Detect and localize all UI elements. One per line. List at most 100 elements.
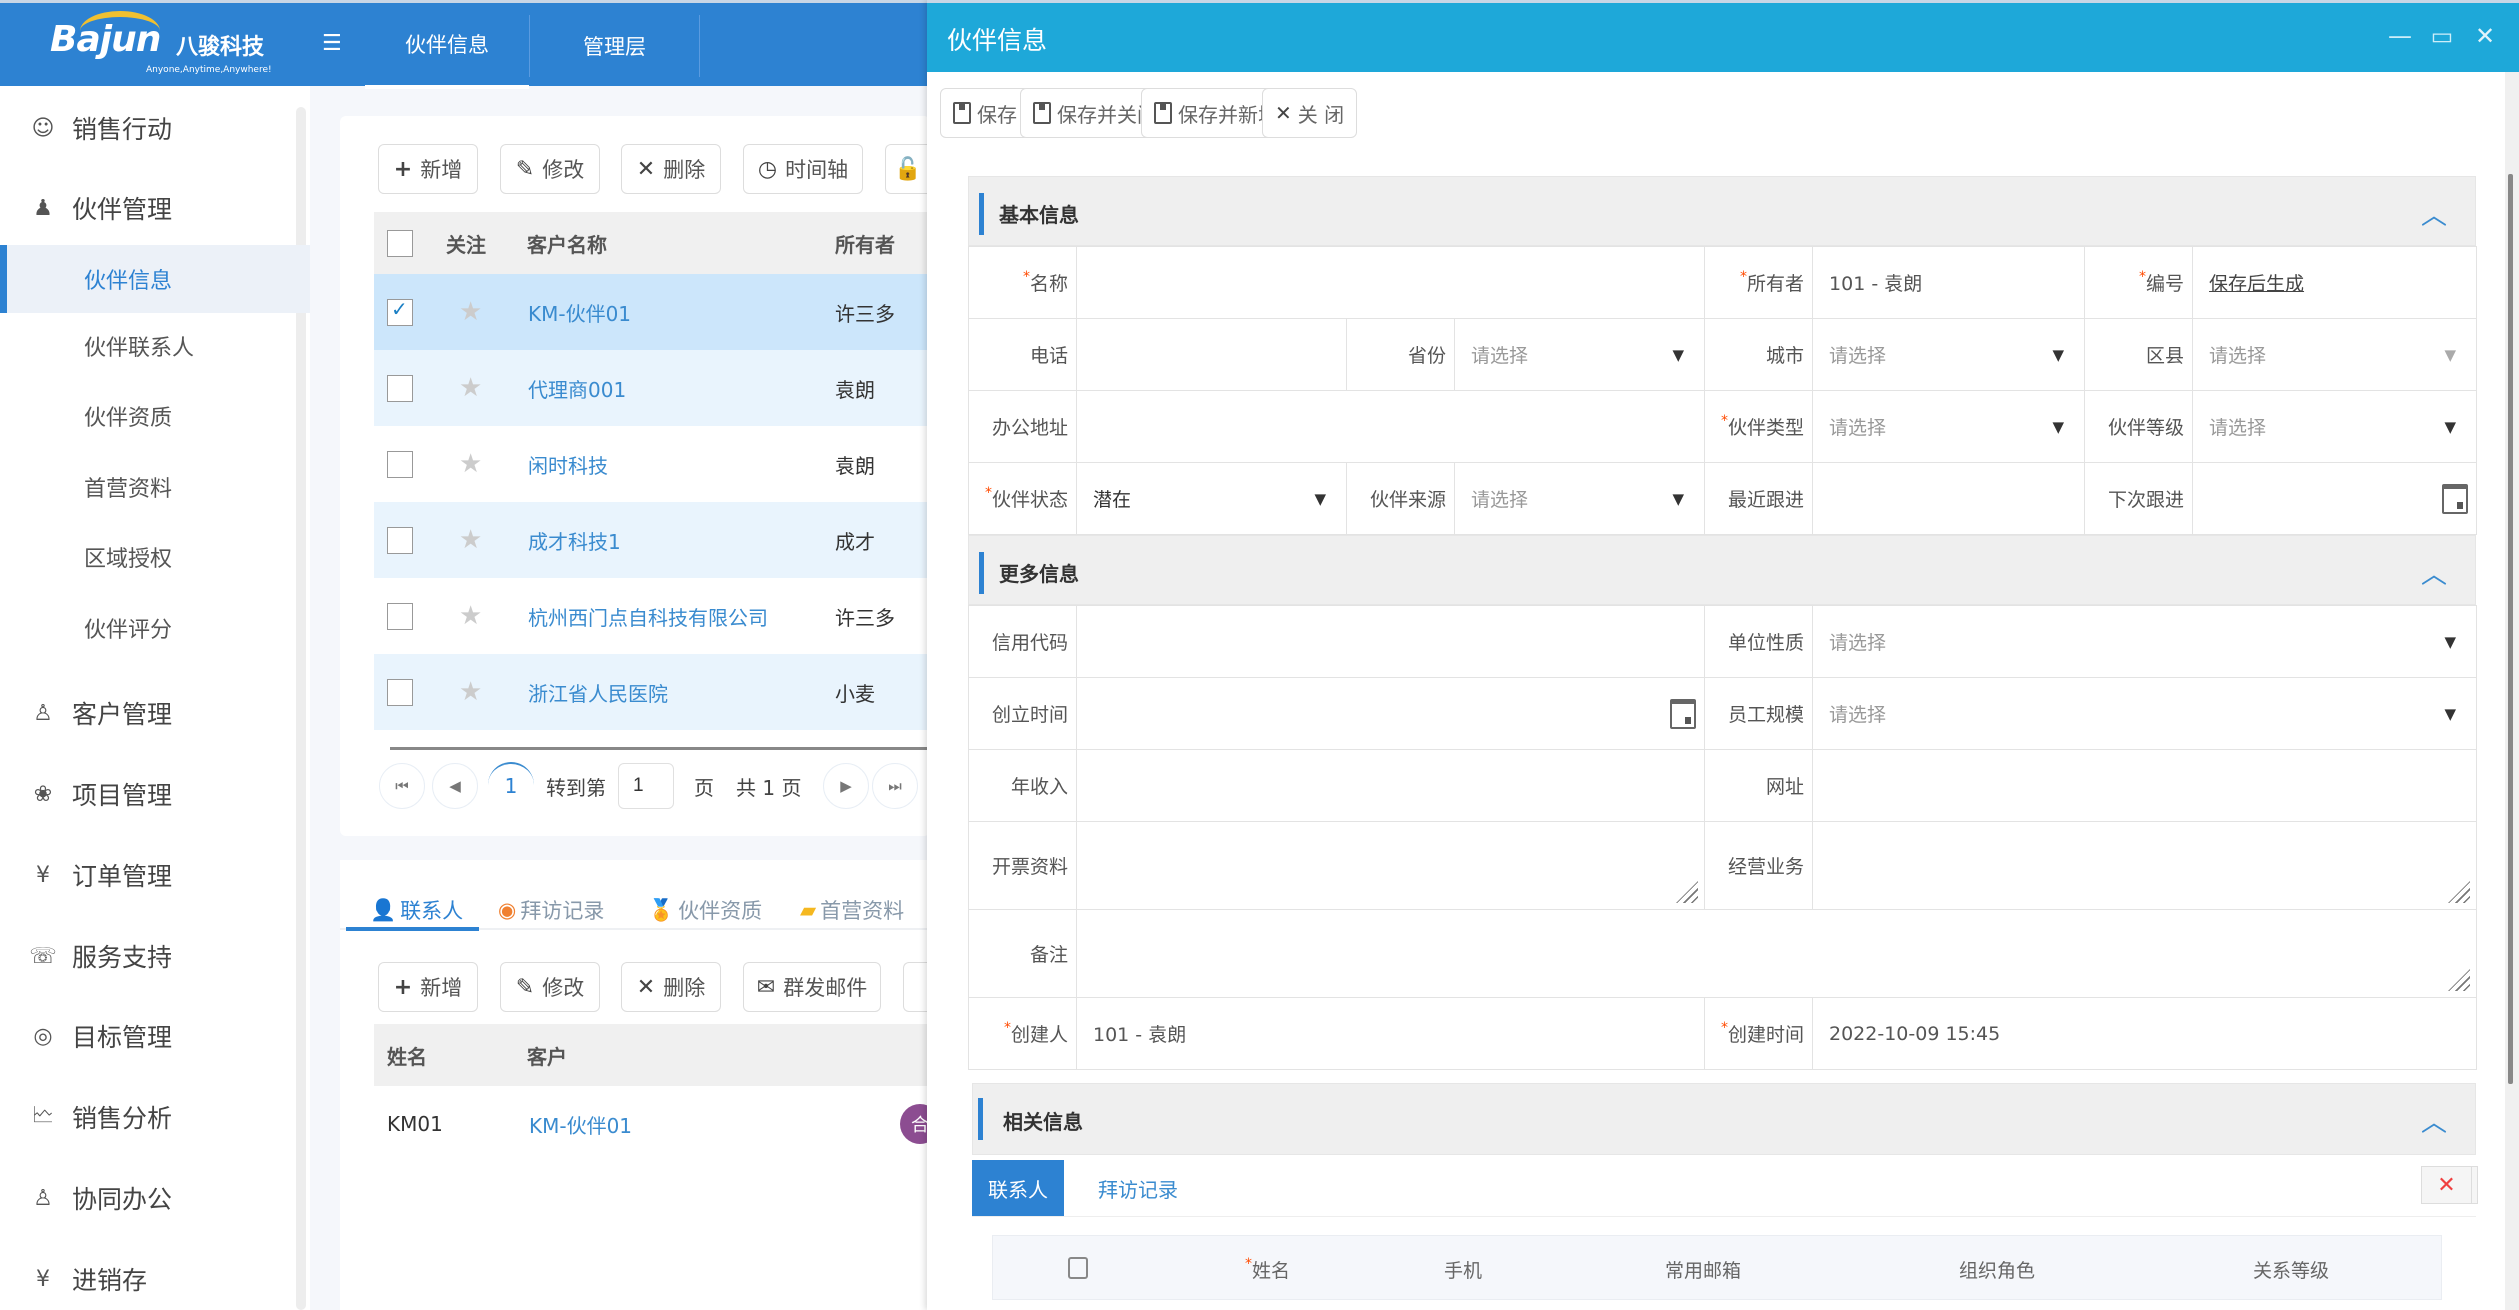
- resize-handle-icon[interactable]: [1676, 881, 1698, 903]
- edit-button[interactable]: ✎ 修改: [500, 144, 600, 194]
- sidebar-item-partner-qualification[interactable]: 伙伴资质: [0, 386, 310, 446]
- resize-handle-icon[interactable]: [2448, 881, 2470, 903]
- current-page[interactable]: 1: [488, 762, 534, 808]
- row-checkbox[interactable]: [387, 450, 413, 478]
- customer-name-link[interactable]: 成才科技1: [528, 526, 621, 555]
- sidebar-item-target-mgmt[interactable]: ◎ 目标管理: [28, 1016, 172, 1056]
- partner-source-select[interactable]: 请选择 ▼: [1453, 462, 1706, 535]
- sidebar-item-service-support[interactable]: ☏ 服务支持: [28, 936, 172, 976]
- staff-size-select[interactable]: 请选择 ▼: [1812, 677, 2477, 750]
- invoice-info-textarea[interactable]: [1076, 821, 1705, 910]
- detail-tab-qualification[interactable]: 🏅 伙伴资质: [648, 890, 762, 930]
- table-row[interactable]: ★ 代理商001 袁朗: [374, 350, 930, 426]
- chevron-up-icon[interactable]: ︿: [2421, 554, 2447, 591]
- related-tab-contacts[interactable]: 联系人: [972, 1160, 1064, 1216]
- minimize-icon[interactable]: —: [2387, 22, 2413, 50]
- follow-star-icon[interactable]: ★: [459, 525, 482, 555]
- customer-name-link[interactable]: 代理商001: [528, 374, 626, 403]
- select-all-checkbox[interactable]: [387, 229, 413, 257]
- sidebar-item-project-mgmt[interactable]: ❀ 项目管理: [28, 774, 172, 814]
- sidebar-item-customer-mgmt[interactable]: ♙ 客户管理: [28, 693, 172, 733]
- row-checkbox[interactable]: [387, 374, 413, 402]
- first-page-button[interactable]: ⏮: [379, 763, 425, 809]
- sidebar-item-first-data[interactable]: 首营资料: [0, 457, 310, 517]
- table-row[interactable]: ★ 浙江省人民医院 小麦: [374, 654, 930, 730]
- credit-code-input[interactable]: [1076, 605, 1705, 678]
- partner-type-select[interactable]: 请选择 ▼: [1812, 390, 2086, 463]
- section-basic-info[interactable]: 基本信息 ︿: [968, 176, 2476, 246]
- business-textarea[interactable]: [1812, 821, 2477, 910]
- detail-delete-button[interactable]: ✕ 删除: [621, 962, 721, 1012]
- more-toolbar-button[interactable]: [903, 962, 930, 1012]
- table-row[interactable]: ★ 闲时科技 袁朗: [374, 426, 930, 502]
- mass-email-button[interactable]: ✉ 群发邮件: [743, 962, 881, 1012]
- related-delete-button[interactable]: ✕: [2421, 1166, 2472, 1204]
- grid-hscrollbar[interactable]: [390, 747, 930, 750]
- next-page-button[interactable]: ▶: [823, 763, 869, 809]
- chevron-up-icon[interactable]: ︿: [2421, 1102, 2447, 1139]
- name-input[interactable]: [1075, 246, 1706, 319]
- customer-name-link[interactable]: 闲时科技: [528, 450, 608, 479]
- city-select[interactable]: 请选择 ▼: [1812, 318, 2086, 391]
- unit-nature-select[interactable]: 请选择 ▼: [1812, 605, 2477, 678]
- row-checkbox[interactable]: [387, 526, 413, 554]
- tab-partner-info[interactable]: 伙伴信息: [365, 3, 529, 89]
- annual-income-input[interactable]: [1076, 749, 1705, 822]
- sidebar-item-partner-info[interactable]: 伙伴信息: [0, 245, 310, 313]
- row-checkbox[interactable]: [387, 602, 413, 630]
- detail-add-button[interactable]: + 新增: [378, 962, 478, 1012]
- last-followup-input[interactable]: [1812, 462, 2086, 535]
- close-icon[interactable]: ✕: [2472, 22, 2498, 50]
- sidebar-item-order-mgmt[interactable]: ¥ 订单管理: [28, 855, 172, 895]
- sidebar-item-partner-contacts[interactable]: 伙伴联系人: [0, 316, 310, 376]
- customer-name-link[interactable]: KM-伙伴01: [528, 298, 631, 327]
- detail-tab-visits[interactable]: ◉ 拜访记录: [498, 890, 604, 930]
- detail-tab-first-data[interactable]: ▰ 首营资料: [800, 890, 904, 930]
- last-page-button[interactable]: ⏭: [872, 763, 918, 809]
- follow-star-icon[interactable]: ★: [459, 449, 482, 479]
- section-related-info[interactable]: 相关信息 ︿: [972, 1083, 2476, 1155]
- district-select[interactable]: 请选择 ▼: [2192, 318, 2478, 391]
- contact-customer-link[interactable]: KM-伙伴01: [529, 1110, 632, 1139]
- follow-star-icon[interactable]: ★: [459, 297, 482, 327]
- related-select-all-checkbox[interactable]: [1068, 1257, 1088, 1279]
- sidebar-item-collab-office[interactable]: ♙ 协同办公: [28, 1178, 172, 1218]
- follow-star-icon[interactable]: ★: [459, 601, 482, 631]
- remark-textarea[interactable]: [1076, 909, 2477, 998]
- address-input[interactable]: [1075, 390, 1706, 463]
- detail-edit-button[interactable]: ✎ 修改: [500, 962, 600, 1012]
- owner-field[interactable]: 101 - 袁朗: [1812, 246, 2086, 319]
- maximize-icon[interactable]: ▭: [2429, 22, 2455, 50]
- detail-tab-contacts[interactable]: 👤 联系人: [370, 890, 463, 930]
- hamburger-menu-icon[interactable]: ☰: [322, 33, 346, 55]
- sidebar-item-inventory[interactable]: ¥ 进销存: [28, 1259, 147, 1299]
- lock-button[interactable]: 🔓: [885, 144, 930, 194]
- follow-star-icon[interactable]: ★: [459, 677, 482, 707]
- next-followup-input[interactable]: [2192, 462, 2478, 535]
- prev-page-button[interactable]: ◀: [432, 763, 478, 809]
- table-row[interactable]: ✓ ★ KM-伙伴01 许三多: [374, 274, 930, 350]
- row-checkbox[interactable]: ✓: [387, 297, 413, 326]
- province-select[interactable]: 请选择 ▼: [1453, 318, 1706, 391]
- goto-page-input[interactable]: [618, 763, 674, 809]
- save-button[interactable]: 保存: [940, 88, 1030, 138]
- calendar-icon[interactable]: [1670, 698, 1696, 729]
- partner-status-select[interactable]: 潜在 ▼: [1076, 462, 1347, 535]
- close-button[interactable]: ✕ 关 闭: [1262, 88, 1358, 138]
- sidebar-item-partner-score[interactable]: 伙伴评分: [0, 598, 310, 658]
- delete-button[interactable]: ✕ 删除: [621, 144, 721, 194]
- sidebar-item-partner-mgmt[interactable]: ♟ 伙伴管理: [28, 188, 172, 228]
- website-input[interactable]: [1812, 749, 2477, 822]
- row-checkbox[interactable]: [387, 678, 413, 706]
- resize-handle-icon[interactable]: [2448, 969, 2470, 991]
- follow-star-icon[interactable]: ★: [459, 373, 482, 403]
- sidebar-item-region-auth[interactable]: 区域授权: [0, 527, 310, 587]
- phone-input[interactable]: [1076, 318, 1347, 391]
- customer-name-link[interactable]: 杭州西门点自科技有限公司: [528, 602, 768, 631]
- table-row[interactable]: ★ 杭州西门点自科技有限公司 许三多: [374, 578, 930, 654]
- founded-input[interactable]: [1076, 677, 1705, 750]
- sidebar-item-sales-analysis[interactable]: 🗠 销售分析: [28, 1097, 172, 1137]
- calendar-icon[interactable]: [2442, 483, 2469, 514]
- timeline-button[interactable]: ◷ 时间轴: [743, 144, 863, 194]
- dialog-scrollbar[interactable]: [2508, 174, 2513, 1084]
